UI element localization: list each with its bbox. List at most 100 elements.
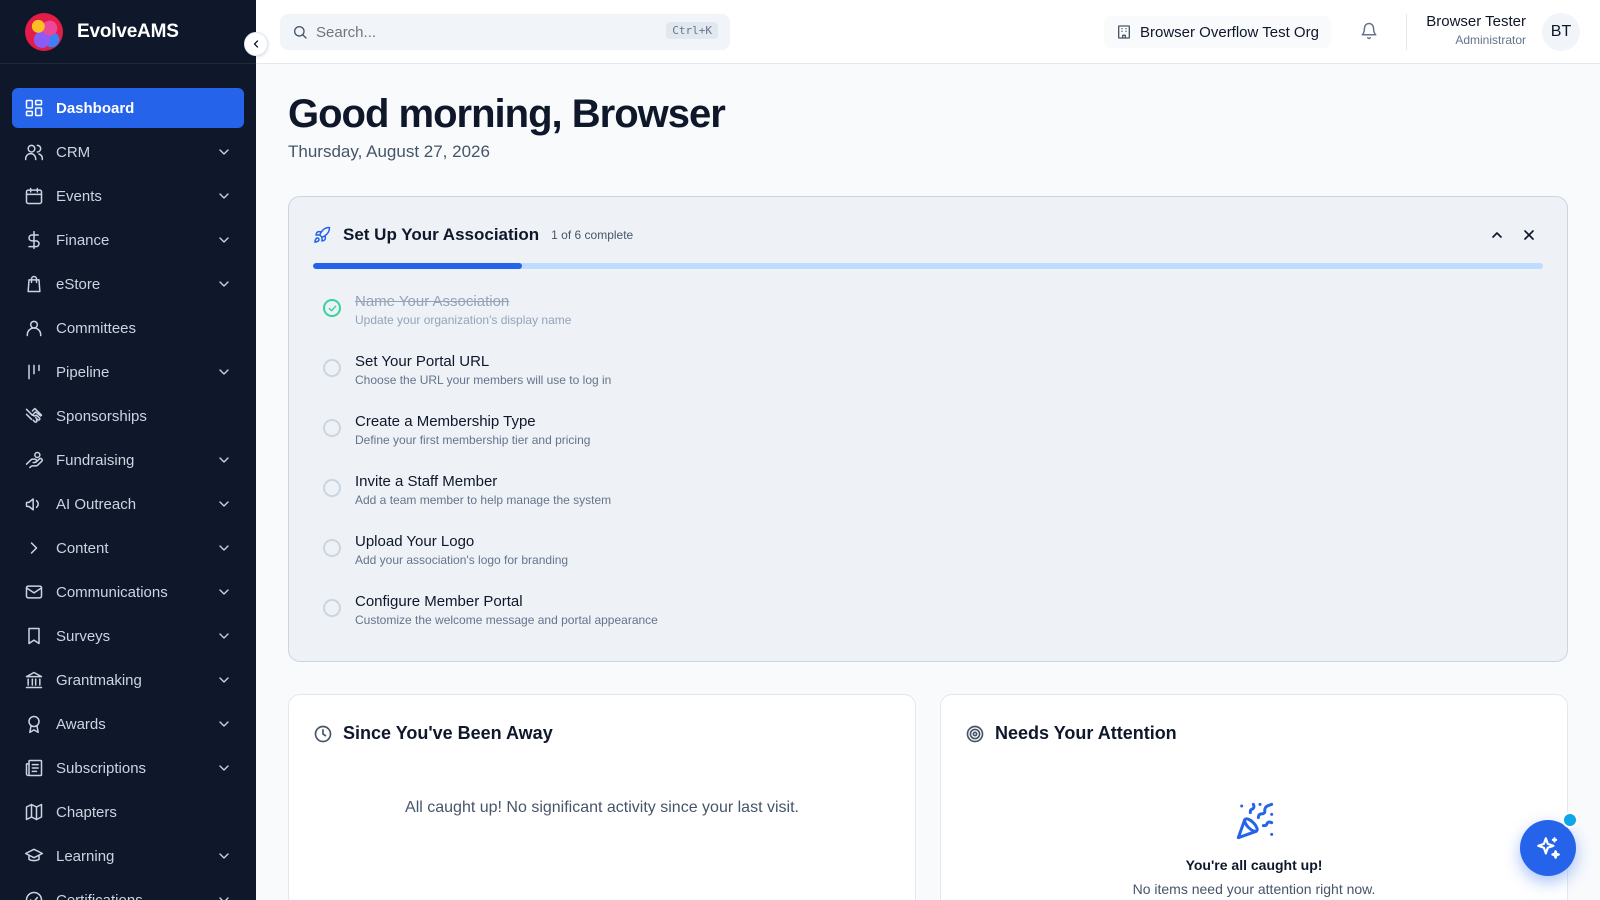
dismiss-setup-button[interactable] (1521, 227, 1537, 248)
setup-step-title: Upload Your Logo (355, 533, 475, 550)
chevron-up-icon (1492, 232, 1502, 238)
sidebar-item-content[interactable]: Content (12, 528, 244, 568)
user-menu[interactable]: Browser Tester Administrator (1426, 13, 1526, 47)
setup-step-desc: Add your association's logo for branding (355, 553, 569, 567)
sidebar-item-label: Awards (56, 715, 106, 733)
users-icon (24, 142, 44, 162)
newspaper-icon (24, 758, 44, 778)
org-name: Browser Overflow Test Org (1140, 23, 1319, 41)
caught-up-title: You're all caught up! (1185, 857, 1323, 873)
collapse-sidebar-button[interactable] (244, 32, 268, 56)
sidebar-item-label: CRM (56, 143, 91, 161)
award-icon (24, 714, 44, 734)
chevron-down-icon (216, 584, 232, 600)
sidebar-item-grantmaking[interactable]: Grantmaking (12, 660, 244, 700)
sidebar-item-fundraising[interactable]: Fundraising (12, 440, 244, 480)
sidebar-item-estore[interactable]: eStore (12, 264, 244, 304)
sidebar-item-label: Communications (56, 583, 168, 601)
empty-circle-icon (323, 419, 341, 437)
sidebar-item-label: Grantmaking (56, 671, 142, 689)
hand-coins-icon (24, 450, 44, 470)
sidebar-item-dashboard[interactable]: Dashboard (12, 88, 244, 128)
chevron-right-icon (24, 538, 44, 558)
sidebar-item-chapters[interactable]: Chapters (12, 792, 244, 832)
sidebar-item-finance[interactable]: Finance (12, 220, 244, 260)
ai-assistant-button[interactable] (1520, 820, 1576, 876)
setup-step-title: Configure Member Portal (355, 593, 523, 610)
sidebar-item-events[interactable]: Events (12, 176, 244, 216)
landmark-icon (24, 670, 44, 690)
kanban-icon (24, 362, 44, 382)
sidebar-item-crm[interactable]: CRM (12, 132, 244, 172)
map-icon (24, 802, 44, 822)
user-name: Browser Tester (1426, 13, 1526, 30)
setup-step-desc: Customize the welcome message and portal… (355, 613, 658, 627)
chevron-down-icon (216, 452, 232, 468)
since-away-card: Since You've Been Away All caught up! No… (288, 694, 916, 900)
building-icon (1118, 25, 1130, 39)
chevron-down-icon (216, 628, 232, 644)
needs-attention-title: Needs Your Attention (995, 723, 1177, 743)
chevron-down-icon (216, 892, 232, 900)
sidebar-item-label: Events (56, 187, 102, 205)
sidebar-item-certifications[interactable]: Certifications (12, 880, 244, 900)
needs-attention-header: Needs Your Attention (965, 723, 1177, 744)
search-input[interactable] (316, 23, 646, 41)
graduation-cap-icon (24, 846, 44, 866)
since-away-title: Since You've Been Away (343, 723, 553, 743)
collapse-setup-button[interactable] (1489, 227, 1505, 248)
sidebar-item-learning[interactable]: Learning (12, 836, 244, 876)
rocket-icon (314, 226, 331, 243)
sidebar-item-surveys[interactable]: Surveys (12, 616, 244, 656)
sidebar-item-awards[interactable]: Awards (12, 704, 244, 744)
setup-title: Set Up Your Association (343, 225, 540, 244)
sidebar-item-ai-outreach[interactable]: AI Outreach (12, 484, 244, 524)
brand-logo (25, 12, 63, 51)
sidebar-item-label: Finance (56, 231, 110, 249)
chevron-down-icon (216, 496, 232, 512)
sidebar-item-committees[interactable]: Committees (12, 308, 244, 348)
shopping-bag-icon (24, 274, 44, 294)
org-switcher[interactable]: Browser Overflow Test Org (1104, 16, 1331, 48)
brand[interactable]: EvolveAMS (0, 0, 256, 64)
party-popper-icon (1235, 801, 1275, 846)
sidebar-item-label: AI Outreach (56, 495, 137, 513)
user-role: Administrator (1455, 33, 1526, 47)
page-title: Good morning, Browser (288, 92, 726, 136)
sidebar-item-label: eStore (56, 275, 101, 293)
sidebar-item-label: Sponsorships (56, 407, 147, 425)
sidebar-item-pipeline[interactable]: Pipeline (12, 352, 244, 392)
chevron-down-icon (216, 232, 232, 248)
check-circle-icon (323, 299, 341, 317)
search-box[interactable]: Ctrl+K (280, 14, 730, 50)
sidebar-item-subscriptions[interactable]: Subscriptions (12, 748, 244, 788)
sidebar-item-label: Learning (56, 847, 115, 865)
chevron-down-icon (216, 188, 232, 204)
people-icon (24, 318, 44, 338)
sidebar-item-communications[interactable]: Communications (12, 572, 244, 612)
empty-circle-icon (323, 479, 341, 497)
handshake-icon (24, 406, 44, 426)
search-shortcut-badge: Ctrl+K (666, 22, 718, 39)
notifications-button[interactable] (1360, 22, 1378, 45)
chevron-down-icon (216, 144, 232, 160)
setup-header: Set Up Your Association 1 of 6 complete (313, 225, 633, 245)
assistant-status-dot (1562, 812, 1578, 828)
chevron-left-icon (253, 40, 259, 48)
chevron-down-icon (216, 716, 232, 732)
sidebar-item-label: Chapters (56, 803, 117, 821)
chevron-down-icon (216, 364, 232, 380)
chevron-down-icon (216, 760, 232, 776)
setup-step-title: Set Your Portal URL (355, 353, 490, 370)
avatar[interactable]: BT (1542, 13, 1580, 51)
sidebar-item-sponsorships[interactable]: Sponsorships (12, 396, 244, 436)
chevron-down-icon (216, 276, 232, 292)
sidebar-item-label: Content (56, 539, 109, 557)
sidebar: EvolveAMS Dashboard CRM Events Finance eStor… (0, 0, 256, 900)
sidebar-nav: Dashboard CRM Events Finance eStore Committee… (0, 64, 256, 900)
empty-circle-icon (323, 539, 341, 557)
setup-progress-bar (313, 263, 1543, 269)
search-icon (294, 26, 307, 39)
close-icon (1524, 230, 1534, 240)
caught-up-subtitle: No items need your attention right now. (1132, 881, 1376, 897)
